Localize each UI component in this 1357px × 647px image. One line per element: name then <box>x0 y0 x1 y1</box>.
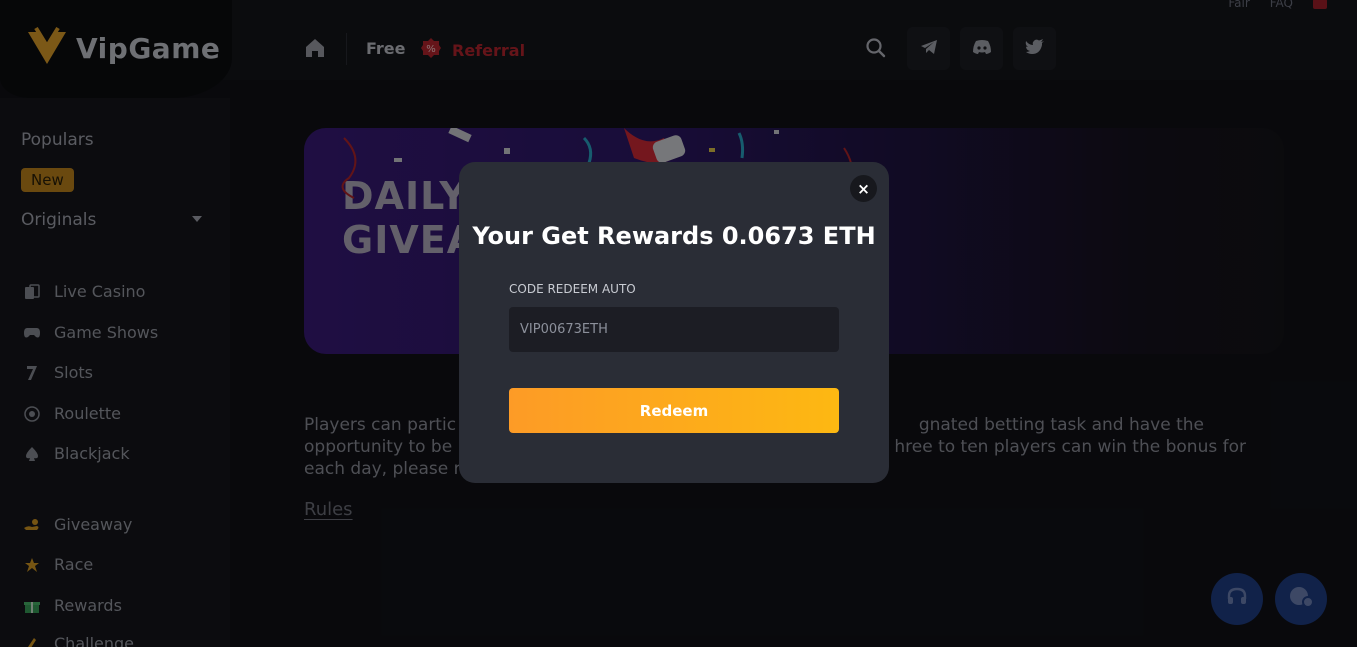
redeem-button[interactable]: Redeem <box>509 388 839 433</box>
redeem-code-label: CODE REDEEM AUTO <box>509 282 636 296</box>
close-icon[interactable]: × <box>850 175 877 202</box>
modal-title: Your Get Rewards 0.0673 ETH <box>472 222 876 250</box>
reward-modal: × Your Get Rewards 0.0673 ETH CODE REDEE… <box>459 162 889 483</box>
redeem-code-field[interactable] <box>509 307 839 352</box>
